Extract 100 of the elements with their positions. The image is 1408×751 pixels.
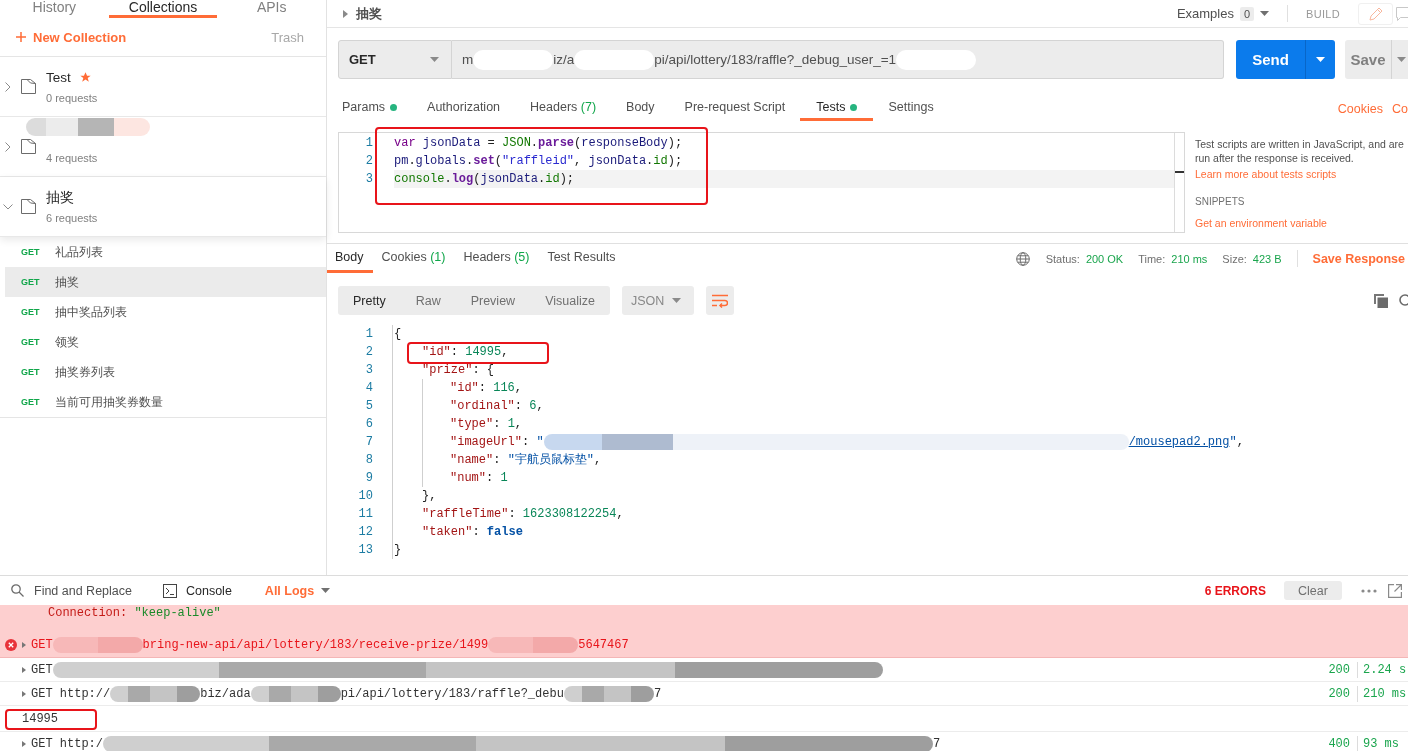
code-text: "raffleTime": 1623308122254, — [422, 506, 624, 523]
more-icon[interactable] — [1361, 588, 1377, 593]
request-item[interactable]: GET 抽奖 — [5, 267, 326, 297]
line-number: 1 — [364, 326, 373, 343]
request-item[interactable]: GET 当前可用抽奖券数量 — [5, 387, 326, 417]
code-text: "taken": false — [422, 524, 523, 541]
request-item[interactable]: GET 领奖 — [5, 327, 326, 357]
find-replace-button[interactable]: Find and Replace — [11, 583, 132, 598]
request-tab[interactable]: Params — [327, 93, 413, 121]
log-text: GET http:// — [31, 686, 111, 701]
expand-icon[interactable] — [1388, 583, 1402, 598]
sidebar-tab[interactable]: History — [0, 0, 109, 18]
caret-right-icon[interactable] — [22, 642, 26, 648]
sidebar-tab[interactable]: Collections — [108, 0, 218, 18]
log-text: Connection: "keep-alive" — [48, 606, 221, 620]
request-item[interactable]: GET 抽中奖品列表 — [5, 297, 326, 327]
collection-item[interactable]: 抽奖 6 requests — [0, 177, 326, 237]
log-text: 5647467 — [578, 638, 629, 652]
method-select[interactable]: GET — [338, 40, 452, 79]
request-name: 礼品列表 — [55, 243, 103, 261]
sidebar-tab[interactable]: APIs — [217, 0, 326, 18]
copy-icon[interactable] — [1374, 293, 1388, 308]
line-number: 5 — [364, 398, 373, 415]
response-time: 93 ms — [1362, 736, 1400, 751]
star-icon[interactable] — [79, 72, 91, 83]
log-text: GET — [31, 662, 53, 677]
request-tab[interactable]: Headers (7) — [515, 93, 612, 121]
code-text: } — [394, 542, 402, 559]
caret-icon — [1260, 11, 1270, 16]
line-number: 4 — [364, 380, 373, 397]
response-tab[interactable]: Cookies (1) — [373, 244, 455, 273]
line-number: 6 — [364, 416, 373, 433]
code-text: "type": 1, — [450, 416, 523, 433]
plus-icon — [16, 32, 26, 42]
view-mode-tab[interactable]: Visualize — [530, 286, 610, 315]
scrollbar[interactable] — [1174, 133, 1184, 232]
chevron-down-icon[interactable] — [3, 203, 13, 210]
url-text: iz/a — [553, 52, 575, 67]
request-name: 抽奖 — [55, 273, 79, 291]
send-options-button[interactable] — [1305, 40, 1335, 79]
response-tab[interactable]: Body — [327, 244, 373, 273]
caret-icon — [671, 298, 681, 303]
code-text: "id": 116, — [450, 380, 523, 397]
collection-icon — [21, 199, 36, 214]
collection-icon — [21, 79, 36, 94]
caret-right-icon[interactable] — [22, 740, 26, 747]
request-title: 抽奖 — [356, 4, 382, 23]
url-text: m — [462, 52, 474, 67]
status-code: 200 — [1314, 685, 1358, 702]
caret-right-icon[interactable] — [22, 666, 26, 673]
request-tab[interactable]: Body — [611, 93, 670, 121]
request-tab[interactable]: Tests — [800, 93, 874, 121]
log-text: 7 — [933, 736, 941, 751]
snippets-heading: SNIPPETS — [1195, 196, 1246, 207]
log-text: 14995 — [22, 711, 58, 726]
save-options-button[interactable] — [1391, 40, 1408, 79]
caret-right-icon[interactable] — [343, 9, 348, 18]
line-number: 10 — [357, 488, 373, 505]
console-button[interactable]: Console — [163, 583, 232, 598]
code-text: "imageUrl": " — [450, 434, 544, 451]
line-number: 1 — [364, 136, 373, 150]
request-item[interactable]: GET 抽奖券列表 — [5, 357, 326, 387]
request-tab[interactable]: Settings — [873, 93, 949, 121]
status-code: 200 — [1314, 661, 1358, 678]
error-count: 6 ERRORS — [1204, 583, 1266, 598]
globe-icon[interactable] — [1015, 251, 1030, 266]
chevron-right-icon[interactable] — [5, 141, 11, 152]
view-mode-tab[interactable]: Preview — [455, 286, 531, 315]
request-count: 4 requests — [46, 151, 99, 164]
wrap-lines-button[interactable] — [705, 286, 734, 315]
search-icon — [11, 584, 24, 597]
meta-label: Size: — [1222, 252, 1247, 265]
chevron-right-icon[interactable] — [5, 81, 11, 92]
meta-label: Status: — [1045, 252, 1080, 265]
request-item[interactable]: GET 礼品列表 — [5, 237, 326, 267]
url-field[interactable]: m iz/a pi/api/lottery/183/raffle?_debug_user_=1 — [452, 40, 1224, 79]
code-text: "id": 14995, — [422, 344, 509, 361]
response-tab[interactable]: Test Results — [539, 244, 625, 273]
request-tab[interactable]: Pre-request Script — [669, 93, 801, 121]
log-text: pi/api/lottery/183/raffle?_debu — [340, 686, 564, 701]
request-tab[interactable]: Authorization — [412, 93, 516, 121]
clear-button[interactable]: Clear — [1284, 581, 1342, 600]
collection-item[interactable]: 4 requests — [0, 117, 326, 177]
request-name: 当前可用抽奖券数量 — [55, 393, 163, 411]
code-line: var jsonData = JSON.parse(responseBody); — [394, 135, 683, 152]
code-text: { — [394, 326, 402, 343]
line-number: 7 — [364, 434, 373, 451]
send-button[interactable]: Send — [1236, 40, 1305, 79]
status-code: 400 — [1314, 735, 1358, 751]
method-label: GET — [21, 277, 41, 287]
caret-icon — [1316, 57, 1325, 62]
examples-button[interactable]: Examples 0 — [1176, 6, 1270, 21]
view-mode-tab[interactable]: Pretty — [338, 286, 401, 315]
search-icon[interactable] — [1398, 293, 1408, 308]
collection-icon — [21, 139, 36, 154]
request-name: 抽奖券列表 — [55, 363, 115, 381]
meta-value: 423 B — [1252, 252, 1282, 265]
response-tab[interactable]: Headers (5) — [455, 244, 539, 273]
view-mode-tab[interactable]: Raw — [400, 286, 456, 315]
caret-right-icon[interactable] — [22, 690, 26, 697]
